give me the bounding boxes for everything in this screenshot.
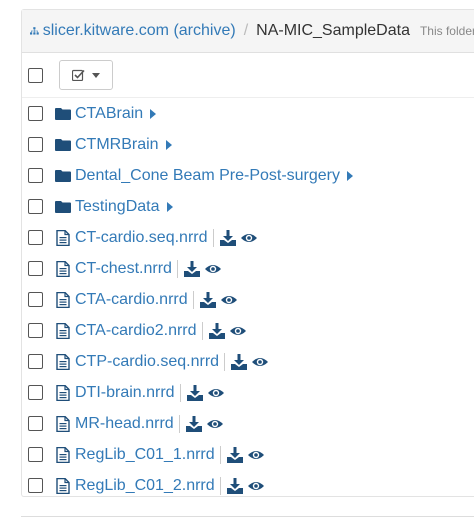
file-link[interactable]: RegLib_C01_1.nrrd (75, 446, 215, 464)
file-icon (56, 260, 70, 277)
file-actions (179, 383, 229, 402)
caret-right-icon[interactable] (165, 139, 173, 150)
file-icon (56, 353, 70, 370)
folder-link[interactable]: CTMRBrain (75, 136, 159, 154)
file-icon (56, 229, 70, 246)
download-icon[interactable] (226, 446, 243, 463)
folder-link[interactable]: CTABrain (75, 105, 143, 123)
file-link[interactable]: CT-chest.nrrd (75, 260, 172, 278)
item-checkbox[interactable] (28, 323, 43, 338)
eye-icon[interactable] (229, 323, 246, 339)
file-link[interactable]: CT-cardio.seq.nrrd (75, 229, 208, 247)
file-icon (56, 384, 70, 401)
file-row: RegLib_C01_1.nrrd (22, 439, 474, 470)
folder-description: This folder i (419, 24, 474, 38)
folder-row: TestingData (22, 191, 474, 222)
item-checkbox[interactable] (28, 137, 43, 152)
file-link[interactable]: RegLib_C01_2.nrrd (75, 477, 215, 495)
file-actions (219, 476, 269, 495)
file-icon (56, 446, 70, 463)
sitemap-icon (30, 27, 39, 35)
folder-icon (55, 107, 71, 120)
eye-icon[interactable] (247, 478, 264, 494)
file-link[interactable]: MR-head.nrrd (75, 415, 174, 433)
file-row: MR-head.nrrd (22, 408, 474, 439)
folder-link[interactable]: Dental_Cone Beam Pre-Post-surgery (75, 167, 340, 185)
download-icon[interactable] (226, 477, 243, 494)
item-checkbox[interactable] (28, 416, 43, 431)
folder-icon (55, 138, 71, 151)
item-checkbox[interactable] (28, 354, 43, 369)
file-icon (56, 291, 70, 308)
item-checkbox[interactable] (28, 199, 43, 214)
item-checkbox[interactable] (28, 447, 43, 462)
download-icon[interactable] (186, 384, 203, 401)
download-icon[interactable] (231, 353, 248, 370)
download-icon[interactable] (219, 229, 236, 246)
caret-right-icon[interactable] (346, 170, 354, 181)
item-checkbox[interactable] (28, 261, 43, 276)
breadcrumb-separator: / (243, 22, 249, 39)
file-row: RegLib_C01_2.nrrd (22, 470, 474, 501)
file-actions (192, 290, 242, 309)
file-actions (176, 259, 226, 278)
file-row: DTI-brain.nrrd (22, 377, 474, 408)
caret-right-icon[interactable] (149, 108, 157, 119)
item-checkbox[interactable] (28, 168, 43, 183)
folder-link[interactable]: TestingData (75, 198, 160, 216)
toolbar (22, 53, 474, 98)
file-row: CTA-cardio.nrrd (22, 284, 474, 315)
eye-icon[interactable] (252, 354, 269, 370)
breadcrumb: slicer.kitware.com (archive) / NA-MIC_Sa… (22, 10, 474, 53)
file-actions (201, 321, 251, 340)
folder-row: Dental_Cone Beam Pre-Post-surgery (22, 160, 474, 191)
folder-icon (55, 200, 71, 213)
download-icon[interactable] (185, 415, 202, 432)
select-all-checkbox[interactable] (28, 67, 43, 83)
file-row: CT-cardio.seq.nrrd (22, 222, 474, 253)
breadcrumb-root-link[interactable]: slicer.kitware.com (archive) (43, 22, 236, 40)
caret-right-icon[interactable] (166, 201, 174, 212)
item-checkbox[interactable] (28, 230, 43, 245)
folder-panel: slicer.kitware.com (archive) / NA-MIC_Sa… (21, 9, 474, 497)
file-actions (219, 445, 269, 464)
item-checkbox[interactable] (28, 106, 43, 121)
download-icon[interactable] (183, 260, 200, 277)
file-link[interactable]: CTA-cardio2.nrrd (75, 322, 197, 340)
breadcrumb-current: NA-MIC_SampleData (256, 22, 410, 39)
eye-icon[interactable] (247, 447, 264, 463)
folder-row: CTABrain (22, 98, 474, 129)
eye-icon[interactable] (206, 416, 223, 432)
file-icon (56, 477, 70, 494)
item-checkbox[interactable] (28, 478, 43, 493)
file-row: CTP-cardio.seq.nrrd (22, 346, 474, 377)
eye-icon[interactable] (240, 230, 257, 246)
item-checkbox[interactable] (28, 292, 43, 307)
file-row: CT-chest.nrrd (22, 253, 474, 284)
file-link[interactable]: DTI-brain.nrrd (75, 384, 175, 402)
download-icon[interactable] (208, 322, 225, 339)
file-link[interactable]: CTA-cardio.nrrd (75, 291, 188, 309)
file-icon (56, 322, 70, 339)
checked-actions-button[interactable] (59, 60, 113, 90)
download-icon[interactable] (199, 291, 216, 308)
file-icon (56, 415, 70, 432)
item-list: CTABrain CTMRBrain Dental_Cone Beam Pre-Po… (22, 98, 474, 501)
file-actions (224, 352, 273, 371)
file-actions (212, 228, 262, 247)
eye-icon[interactable] (220, 292, 237, 308)
caret-down-icon (92, 72, 100, 78)
divider (21, 516, 474, 517)
folder-row: CTMRBrain (22, 129, 474, 160)
check-square-icon (72, 69, 85, 81)
file-actions (178, 414, 228, 433)
eye-icon[interactable] (204, 261, 221, 277)
eye-icon[interactable] (207, 385, 224, 401)
folder-icon (55, 169, 71, 182)
file-link[interactable]: CTP-cardio.seq.nrrd (75, 353, 219, 371)
file-row: CTA-cardio2.nrrd (22, 315, 474, 346)
item-checkbox[interactable] (28, 385, 43, 400)
